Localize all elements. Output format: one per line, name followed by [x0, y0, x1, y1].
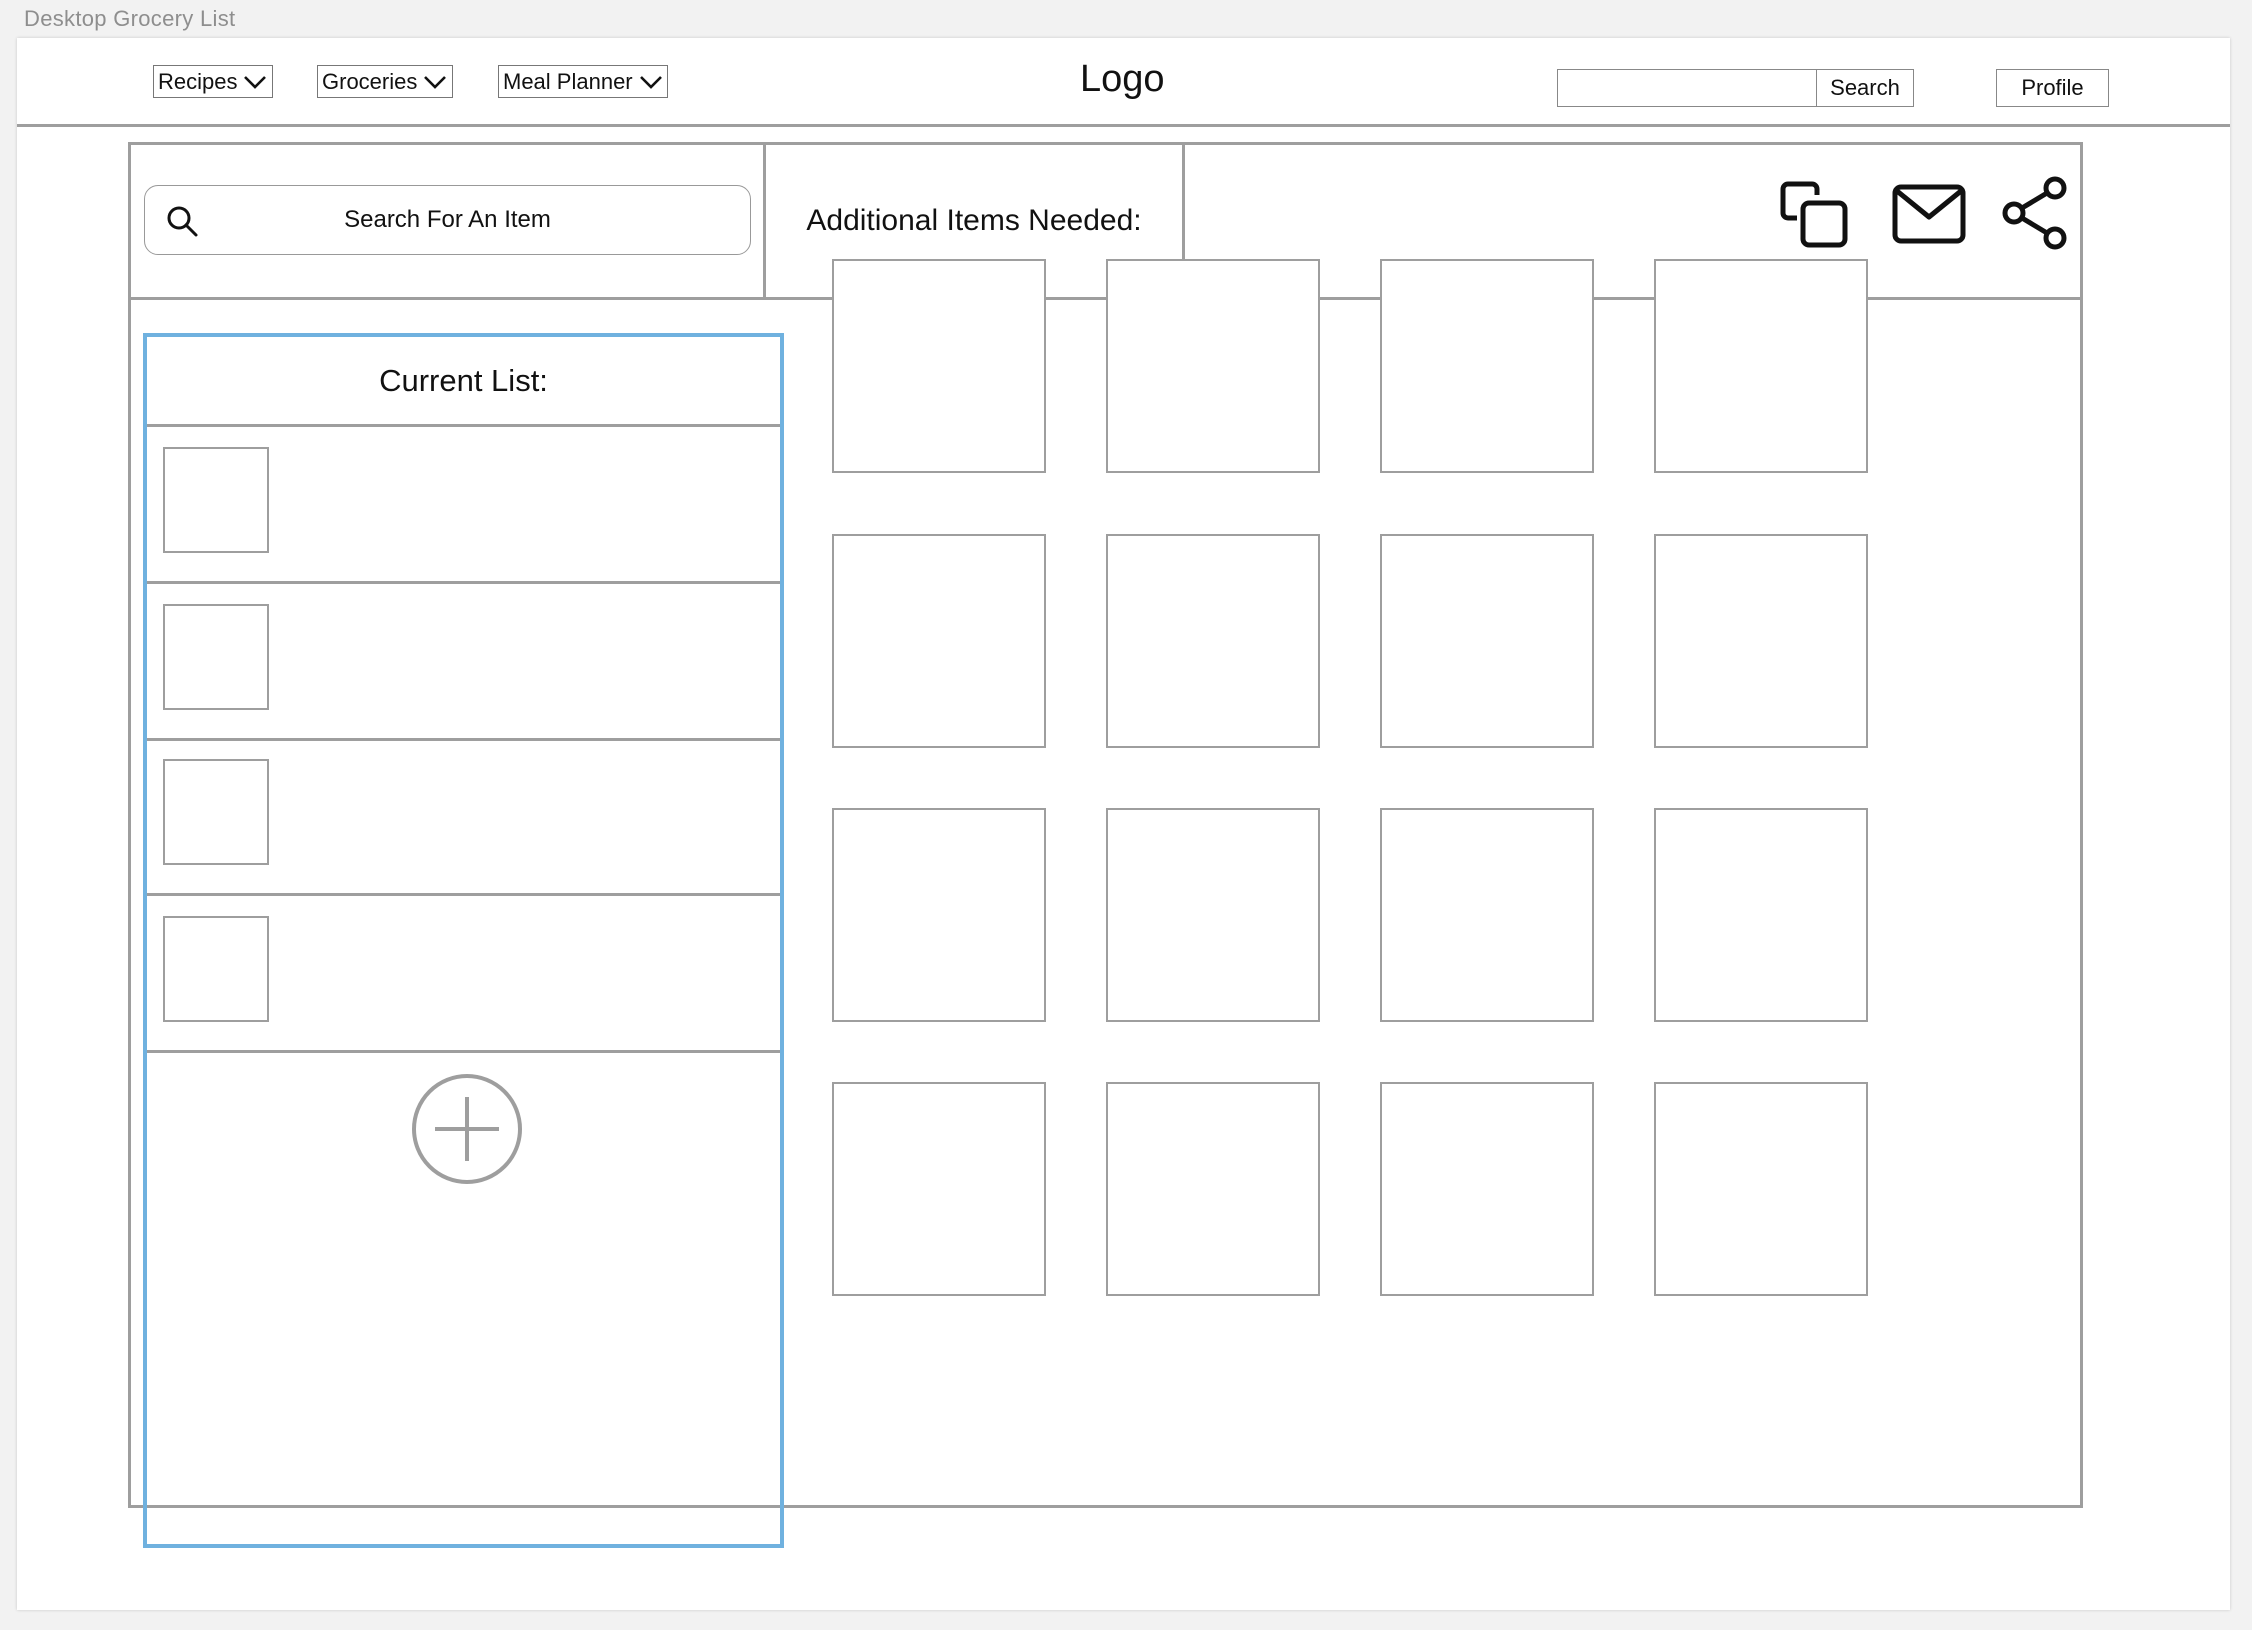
current-list-panel: Current List: — [143, 333, 784, 1548]
list-item[interactable] — [147, 427, 780, 584]
grid-item-tile[interactable] — [1106, 1082, 1320, 1296]
current-list-title: Current List: — [147, 337, 780, 427]
groceries-dropdown-label: Groceries — [322, 68, 418, 94]
chevron-down-icon — [244, 75, 267, 89]
item-image-placeholder — [163, 604, 269, 710]
chevron-down-icon — [639, 75, 662, 89]
plus-circle-icon[interactable] — [410, 1072, 524, 1186]
item-search-placeholder: Search For An Item — [344, 206, 551, 233]
list-item[interactable] — [147, 739, 780, 896]
page-label: Desktop Grocery List — [24, 6, 236, 31]
grid-item-tile[interactable] — [1380, 259, 1594, 473]
grid-item-tile[interactable] — [1106, 534, 1320, 748]
grid-item-tile[interactable] — [832, 1082, 1046, 1296]
header-search-input[interactable] — [1557, 69, 1817, 107]
meal-planner-dropdown-label: Meal Planner — [503, 68, 633, 94]
list-item[interactable] — [147, 584, 780, 741]
grid-item-tile[interactable] — [1106, 259, 1320, 473]
item-image-placeholder — [163, 916, 269, 1022]
header-search-button[interactable]: Search — [1816, 69, 1914, 107]
grid-item-tile[interactable] — [1380, 808, 1594, 1022]
logo[interactable]: Logo — [1080, 58, 1165, 101]
item-image-placeholder — [163, 447, 269, 553]
item-image-placeholder — [163, 759, 269, 865]
mail-icon[interactable] — [1892, 181, 1966, 245]
grid-item-tile[interactable] — [832, 808, 1046, 1022]
grid-item-tile[interactable] — [832, 534, 1046, 748]
grid-item-tile[interactable] — [832, 259, 1046, 473]
item-search-input[interactable]: Search For An Item — [144, 185, 751, 255]
groceries-dropdown[interactable]: Groceries — [317, 65, 453, 98]
profile-button[interactable]: Profile — [1996, 69, 2109, 107]
meal-planner-dropdown[interactable]: Meal Planner — [498, 65, 668, 98]
share-icon[interactable] — [2000, 175, 2072, 251]
grid-item-tile[interactable] — [1654, 808, 1868, 1022]
grid-item-tile[interactable] — [1654, 534, 1868, 748]
grid-item-tile[interactable] — [1654, 259, 1868, 473]
grid-item-tile[interactable] — [1106, 808, 1320, 1022]
copy-icon[interactable] — [1779, 181, 1851, 251]
list-item[interactable] — [147, 896, 780, 1053]
grid-item-tile[interactable] — [1380, 1082, 1594, 1296]
grid-item-tile[interactable] — [1654, 1082, 1868, 1296]
grid-item-tile[interactable] — [1380, 534, 1594, 748]
search-icon — [167, 206, 198, 237]
chevron-down-icon — [424, 75, 447, 89]
recipes-dropdown-label: Recipes — [158, 68, 238, 94]
recipes-dropdown[interactable]: Recipes — [153, 65, 273, 98]
top-navbar: Recipes Groceries Meal Planner Logo Sear… — [17, 38, 2230, 127]
